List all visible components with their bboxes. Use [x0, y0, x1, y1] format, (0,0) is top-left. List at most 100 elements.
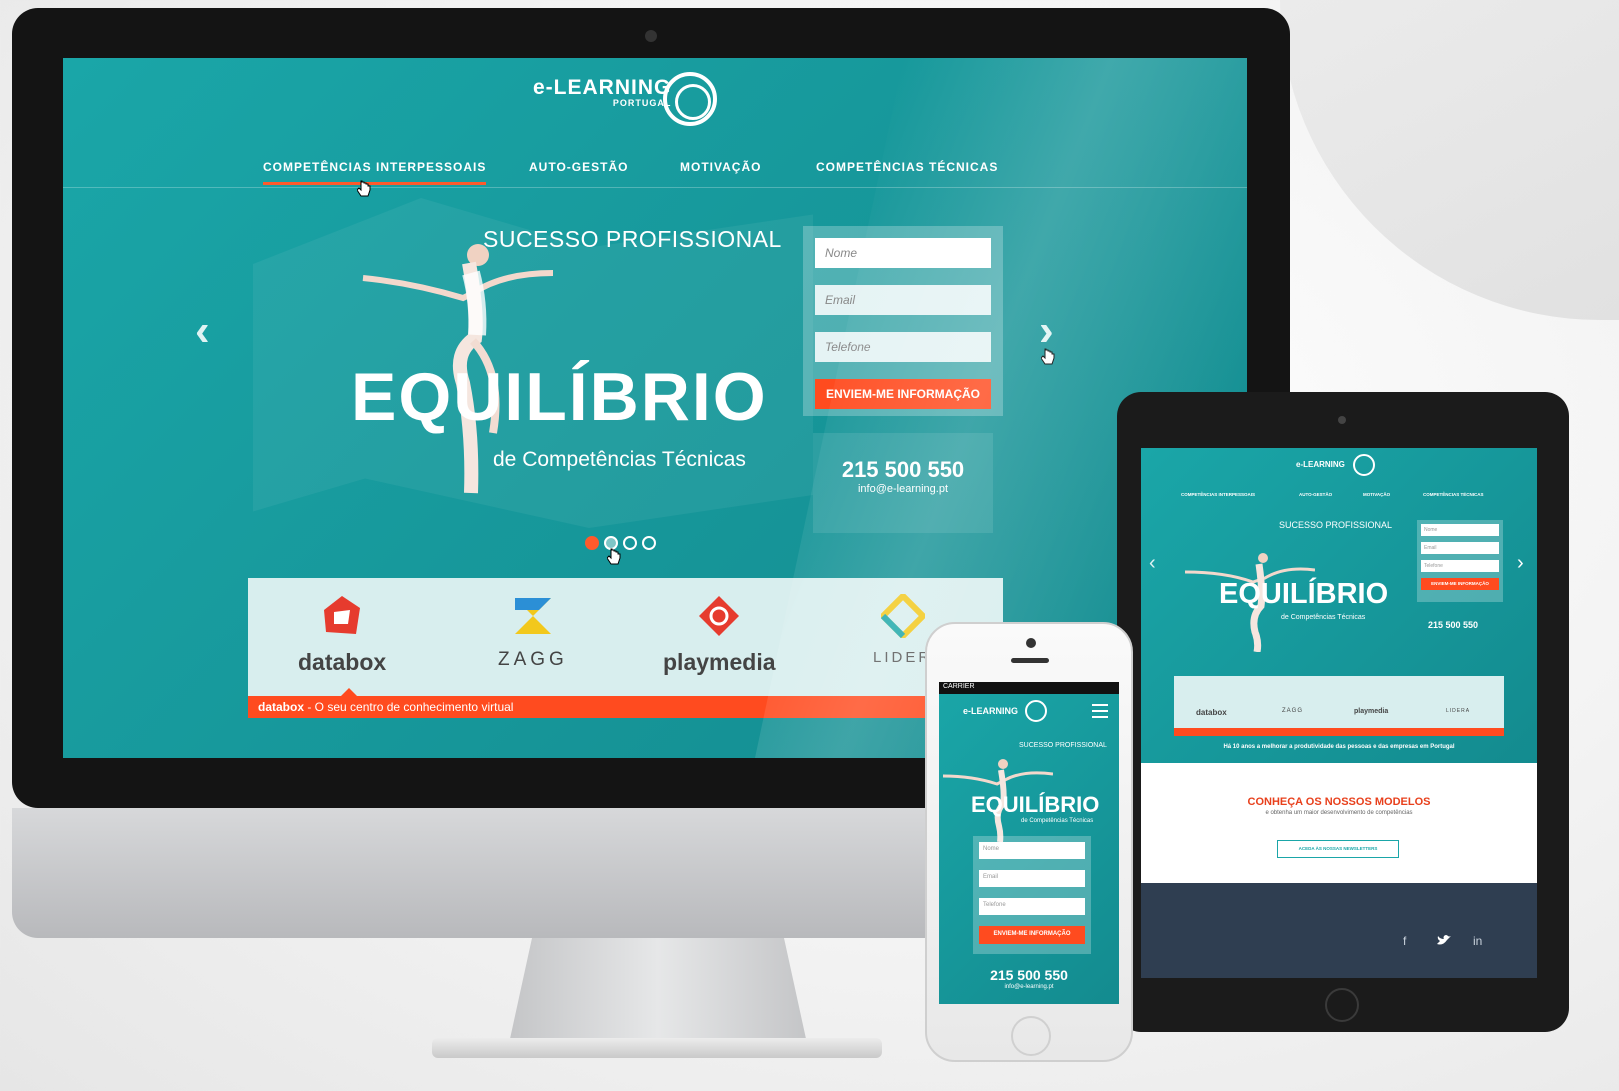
lider-logo-icon: [878, 591, 927, 641]
databox-logo-icon: [324, 596, 361, 634]
tablet-nav-item[interactable]: COMPETÊNCIAS TÉCNICAS: [1423, 492, 1484, 497]
carrier-label: CARRIER: [943, 683, 975, 690]
contact-phone: 215 500 550: [841, 457, 965, 482]
name-field[interactable]: Nome: [815, 238, 991, 268]
phone-contact-email[interactable]: info@e-learning.pt: [939, 984, 1119, 990]
phone-form: Nome Email Telefone ENVIEM-ME INFORMAÇÃO: [973, 836, 1091, 954]
tablet-tagline: Há 10 anos a melhorar a produtividade da…: [1223, 744, 1455, 750]
nav-item-motivacao[interactable]: MOTIVAÇÃO: [680, 160, 761, 182]
iphone-speaker: [1011, 658, 1049, 663]
partner-databox[interactable]: databox: [298, 594, 386, 676]
logo-ring-icon: [663, 72, 717, 126]
contact-box: 215 500 550 info@e-learning.pt: [813, 433, 993, 533]
background-swoosh: [1280, 0, 1619, 320]
ipad-camera: [1338, 416, 1346, 424]
partner-caption-brand: databox: [258, 700, 305, 714]
tablet-screen: e-LEARNING COMPETÊNCIAS INTERPESSOAIS AU…: [1141, 448, 1537, 978]
phone-status-bar: CARRIER: [939, 682, 1119, 694]
tablet-kicker: SUCESSO PROFISSIONAL: [1279, 520, 1393, 530]
logo-name: e-LEARNING: [533, 76, 672, 99]
slider-dot[interactable]: [642, 536, 656, 550]
hero-kicker: SUCESSO PROFISSIONAL: [483, 226, 782, 252]
tablet-partner-caption: [1174, 728, 1504, 736]
partner-caption-text: - O seu centro de conhecimento virtual: [304, 700, 514, 714]
partner-playmedia[interactable]: playmedia: [663, 594, 776, 676]
tablet-phone: 215 500 550: [1428, 620, 1479, 630]
prev-arrow-icon[interactable]: ‹: [1149, 552, 1156, 575]
imac-camera: [645, 30, 657, 42]
site-logo[interactable]: e-LEARNING PORTUGAL: [533, 76, 671, 108]
phone-title: EQUILÍBRIO: [971, 792, 1100, 817]
tablet-section-subtitle: e obtenha um maior desenvolvimento de co…: [1265, 810, 1413, 816]
phone-logo[interactable]: e-LEARNING: [963, 706, 1018, 716]
hand-cursor-icon: [357, 180, 371, 197]
tablet-partner-name[interactable]: playmedia: [1354, 708, 1388, 715]
tablet-nav-item[interactable]: COMPETÊNCIAS INTERPESSOAIS: [1181, 492, 1255, 497]
tablet-name-field[interactable]: Nome: [1421, 524, 1499, 536]
phone-email-field[interactable]: Email: [979, 870, 1085, 887]
tablet-phone-field[interactable]: Telefone: [1421, 560, 1499, 572]
partner-zagg[interactable]: ZAGG: [498, 594, 568, 671]
email-field[interactable]: Email: [815, 285, 991, 315]
tablet-logo[interactable]: e-LEARNING: [1296, 460, 1345, 469]
phone-phone-field[interactable]: Telefone: [979, 898, 1085, 915]
phone-subtitle: de Competências Técnicas: [1021, 818, 1094, 824]
facebook-icon[interactable]: f: [1403, 934, 1406, 948]
imac-base: [432, 1038, 882, 1058]
phone-name-field[interactable]: Nome: [979, 842, 1085, 859]
tablet-partner-name[interactable]: ZAGG: [1282, 708, 1303, 714]
logo-ring-icon: [1353, 454, 1375, 476]
next-arrow-icon[interactable]: ›: [1517, 552, 1524, 575]
iphone-camera: [1026, 638, 1036, 648]
tablet-partner-name[interactable]: databox: [1196, 708, 1227, 717]
tablet-white-section: [1141, 763, 1537, 883]
tablet-subtitle: de Competências Técnicas: [1281, 614, 1366, 621]
tablet-footer: [1141, 883, 1537, 978]
twitter-icon[interactable]: [1437, 934, 1451, 946]
tablet-nav-item[interactable]: MOTIVAÇÃO: [1363, 492, 1390, 497]
submit-info-button[interactable]: ENVIEM-ME INFORMAÇÃO: [815, 379, 991, 409]
prev-arrow-icon[interactable]: ‹: [195, 306, 210, 356]
tablet-newsletter-button[interactable]: ACEDA ÀS NOSSAS NEWSLETTERS: [1277, 840, 1399, 858]
iphone-device: CARRIER e-LEARNING SUCESSO PROFISSIONAL …: [925, 622, 1133, 1062]
hamburger-menu-icon[interactable]: [1092, 704, 1108, 718]
tablet-title: EQUILÍBRIO: [1219, 578, 1389, 610]
hero-subtitle: de Competências Técnicas: [493, 448, 746, 471]
tablet-form: Nome Email Telefone ENVIEM-ME INFORMAÇÃO: [1417, 520, 1503, 602]
partner-name: LIDER: [873, 649, 933, 666]
phone-contact-number: 215 500 550: [990, 967, 1068, 983]
slider-dots: [585, 536, 661, 555]
partner-caption: databox - O seu centro de conhecimento v…: [248, 696, 1003, 718]
ipad-device: e-LEARNING COMPETÊNCIAS INTERPESSOAIS AU…: [1117, 392, 1569, 1032]
phone-field[interactable]: Telefone: [815, 332, 991, 362]
tablet-email-field[interactable]: Email: [1421, 542, 1499, 554]
contact-email[interactable]: info@e-learning.pt: [813, 483, 993, 495]
partners-strip: databox ZAGG playmedia LIDER databox - O…: [248, 578, 1003, 718]
ipad-home-button: [1325, 988, 1359, 1022]
phone-submit-button[interactable]: ENVIEM-ME INFORMAÇÃO: [979, 926, 1085, 944]
slider-dot[interactable]: [585, 536, 599, 550]
tablet-partner-name[interactable]: LIDERA: [1446, 708, 1470, 714]
slider-dot[interactable]: [623, 536, 637, 550]
logo-ring-icon: [1025, 700, 1047, 722]
lead-form: Nome Email Telefone ENVIEM-ME INFORMAÇÃO: [803, 226, 1003, 416]
hero-title: EQUILÍBRIO: [351, 359, 768, 435]
hand-cursor-icon: [1041, 348, 1055, 365]
linkedin-icon[interactable]: in: [1473, 934, 1482, 948]
imac-stand: [508, 938, 808, 1048]
tablet-hero: e-LEARNING COMPETÊNCIAS INTERPESSOAIS AU…: [1141, 448, 1537, 763]
partner-lider[interactable]: LIDER: [873, 591, 933, 666]
zagg-logo-icon: [514, 598, 551, 634]
nav-item-auto-gestao[interactable]: AUTO-GESTÃO: [529, 160, 628, 182]
tablet-nav-item[interactable]: AUTO-GESTÃO: [1299, 492, 1332, 497]
nav-item-competencias-interpessoais[interactable]: COMPETÊNCIAS INTERPESSOAIS: [263, 160, 487, 185]
tablet-section-title: CONHEÇA OS NOSSOS MODELOS: [1247, 796, 1431, 808]
hand-cursor-icon: [607, 548, 621, 565]
nav-item-competencias-tecnicas[interactable]: COMPETÊNCIAS TÉCNICAS: [816, 160, 998, 182]
iphone-home-button: [1011, 1016, 1051, 1056]
partner-name: playmedia: [663, 649, 776, 675]
partner-name: ZAGG: [498, 649, 568, 670]
partner-name: databox: [298, 649, 387, 675]
playmedia-logo-icon: [699, 596, 740, 636]
tablet-submit-button[interactable]: ENVIEM-ME INFORMAÇÃO: [1421, 578, 1499, 590]
